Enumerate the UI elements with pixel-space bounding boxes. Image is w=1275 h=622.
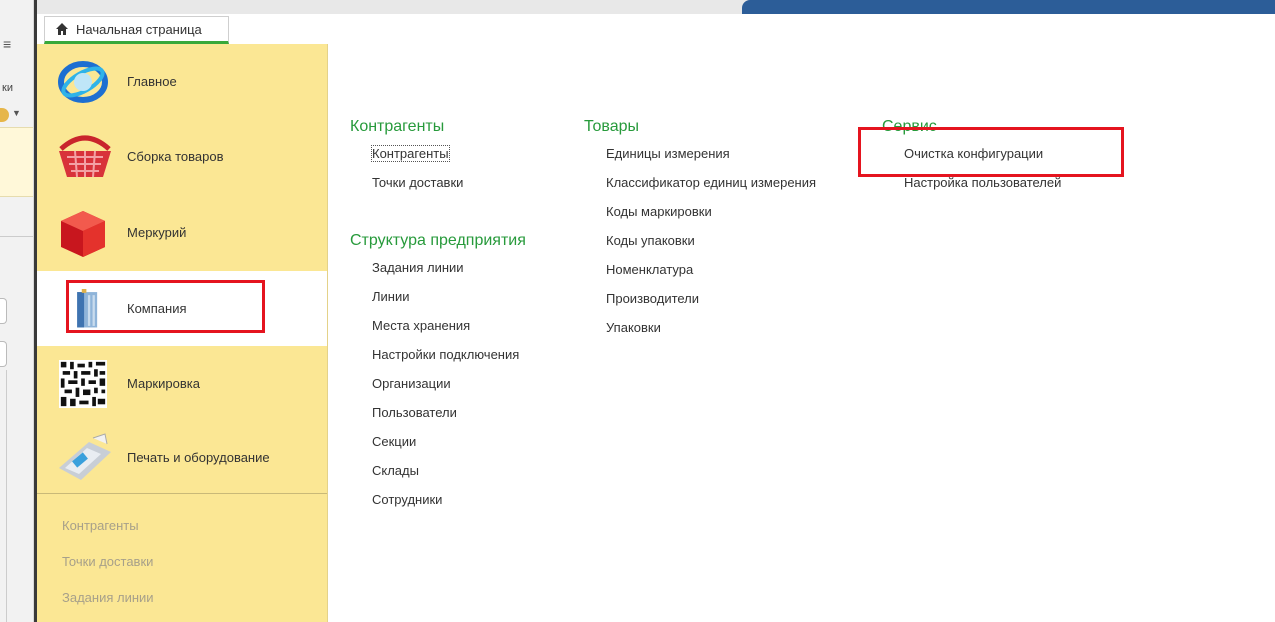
link-item[interactable]: Линии — [350, 288, 526, 317]
window-top-accent — [742, 0, 1275, 14]
link-item[interactable]: Задания линии — [350, 259, 526, 288]
sidebar-item-label: Главное — [127, 74, 177, 89]
window-top-bar — [37, 0, 1275, 14]
strip-highlight — [0, 127, 33, 197]
section-enterprise-structure: Структура предприятия Задания линии Лини… — [350, 232, 526, 520]
link-item[interactable]: Места хранения — [350, 317, 526, 346]
sidebar-separator — [37, 493, 327, 494]
link-item[interactable]: Коды маркировки — [584, 203, 816, 232]
chevron-down-icon[interactable]: ▼ — [12, 108, 21, 118]
strip-field-2[interactable] — [0, 341, 7, 367]
menu-icon[interactable]: ≡ — [3, 36, 11, 52]
sidebar-item-marking[interactable]: Маркировка — [37, 346, 327, 421]
sidebar-item-label: Меркурий — [127, 225, 187, 240]
partial-label: ки — [2, 82, 13, 94]
link-item[interactable]: Секции — [350, 433, 526, 462]
globe-icon — [58, 60, 108, 103]
left-strip: ≡ ки ▼ — [0, 0, 34, 622]
home-icon — [56, 23, 68, 35]
link-counterparties[interactable]: Контрагенты — [350, 145, 463, 174]
pos-terminal-icon — [59, 432, 111, 480]
link-item[interactable]: Единицы измерения — [584, 145, 816, 174]
section-sidebar: Главное Сборка товаров Меркурий Компания — [37, 44, 328, 622]
basket-icon — [59, 135, 111, 177]
strip-vertical-line — [6, 370, 7, 622]
highlight-clear-configuration — [858, 127, 1124, 177]
sidebar-item-main[interactable]: Главное — [37, 44, 327, 119]
quick-link-line-tasks[interactable]: Задания линии — [62, 590, 154, 605]
strip-divider — [0, 236, 33, 237]
section-title: Товары — [584, 118, 640, 135]
qr-code-icon — [59, 359, 107, 408]
quick-link-delivery-points[interactable]: Точки доставки — [62, 554, 153, 569]
sidebar-item-label: Печать и оборудование — [127, 450, 270, 465]
strip-field-1[interactable] — [0, 298, 7, 324]
sidebar-item-label: Маркировка — [127, 376, 200, 391]
link-item[interactable]: Номенклатура — [584, 261, 816, 290]
highlight-company — [66, 280, 265, 333]
sidebar-item-label: Сборка товаров — [127, 149, 224, 164]
tab-label: Начальная страница — [76, 21, 202, 37]
link-item[interactable]: Склады — [350, 462, 526, 491]
link-item[interactable]: Упаковки — [584, 319, 816, 348]
section-counterparties: Контрагенты Контрагенты Точки доставки — [350, 118, 463, 203]
link-item[interactable]: Организации — [350, 375, 526, 404]
tab-home[interactable]: Начальная страница — [44, 16, 229, 44]
link-delivery-points[interactable]: Точки доставки — [350, 174, 463, 203]
link-item[interactable]: Настройки подключения — [350, 346, 526, 375]
link-item[interactable]: Пользователи — [350, 404, 526, 433]
link-item[interactable]: Классификатор единиц измерения — [584, 174, 816, 203]
coin-icon[interactable] — [0, 108, 9, 122]
sidebar-item-print[interactable]: Печать и оборудование — [37, 420, 327, 495]
quick-link-counterparties[interactable]: Контрагенты — [62, 518, 139, 533]
section-goods: Товары Единицы измерения Классификатор е… — [584, 118, 816, 348]
sidebar-item-assembly[interactable]: Сборка товаров — [37, 119, 327, 194]
sidebar-item-mercury[interactable]: Меркурий — [37, 195, 327, 270]
section-title: Контрагенты — [350, 118, 445, 135]
red-cube-icon — [61, 210, 105, 257]
link-item[interactable]: Производители — [584, 290, 816, 319]
section-title: Структура предприятия — [350, 232, 526, 249]
link-item[interactable]: Сотрудники — [350, 491, 526, 520]
link-user-settings[interactable]: Настройка пользователей — [882, 174, 1061, 203]
link-item[interactable]: Коды упаковки — [584, 232, 816, 261]
